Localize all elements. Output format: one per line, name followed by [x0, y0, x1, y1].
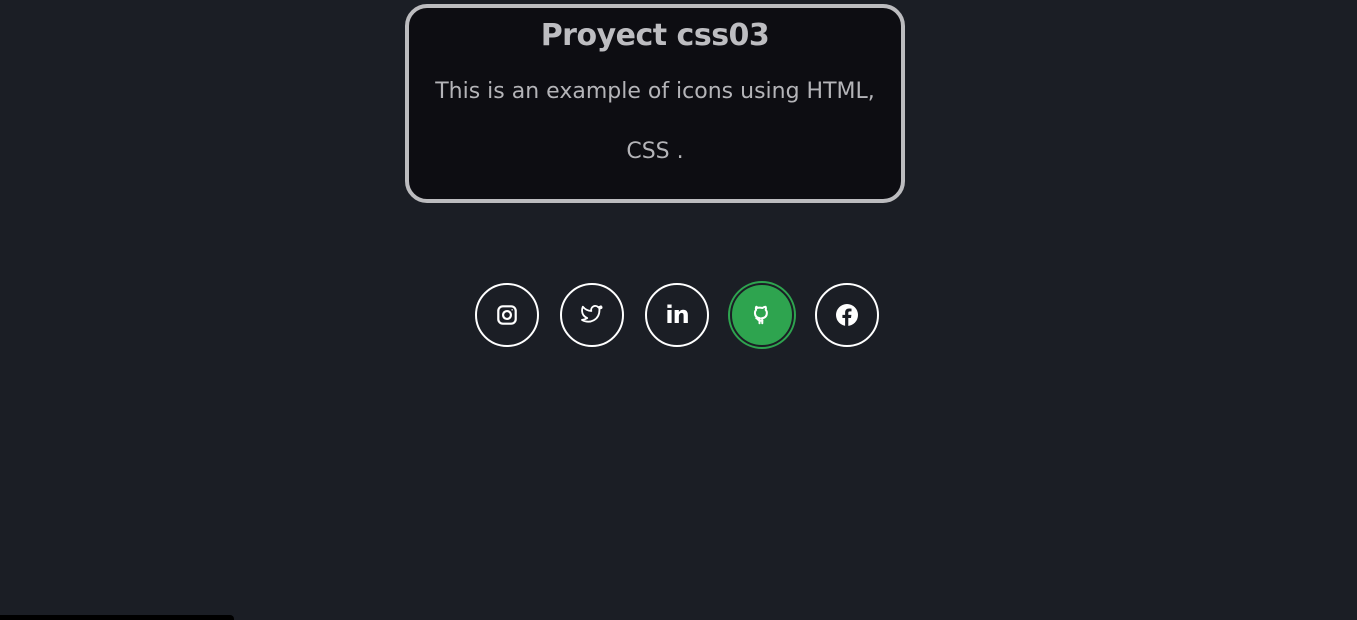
github-icon — [751, 304, 773, 326]
twitter-icon — [581, 305, 603, 325]
instagram-button[interactable] — [475, 283, 539, 347]
facebook-button[interactable] — [815, 283, 879, 347]
info-card: Proyect css03 This is an example of icon… — [405, 4, 905, 203]
instagram-icon — [496, 304, 518, 326]
facebook-icon — [835, 303, 859, 327]
linkedin-icon: in — [665, 301, 689, 329]
bottom-scroll-bar — [0, 615, 234, 620]
social-icons: in — [475, 283, 895, 347]
linkedin-button[interactable]: in — [645, 283, 709, 347]
page-title: Proyect css03 — [540, 18, 770, 53]
twitter-button[interactable] — [560, 283, 624, 347]
card-description: This is an example of icons using HTML, … — [435, 79, 875, 164]
github-button[interactable] — [730, 283, 794, 347]
